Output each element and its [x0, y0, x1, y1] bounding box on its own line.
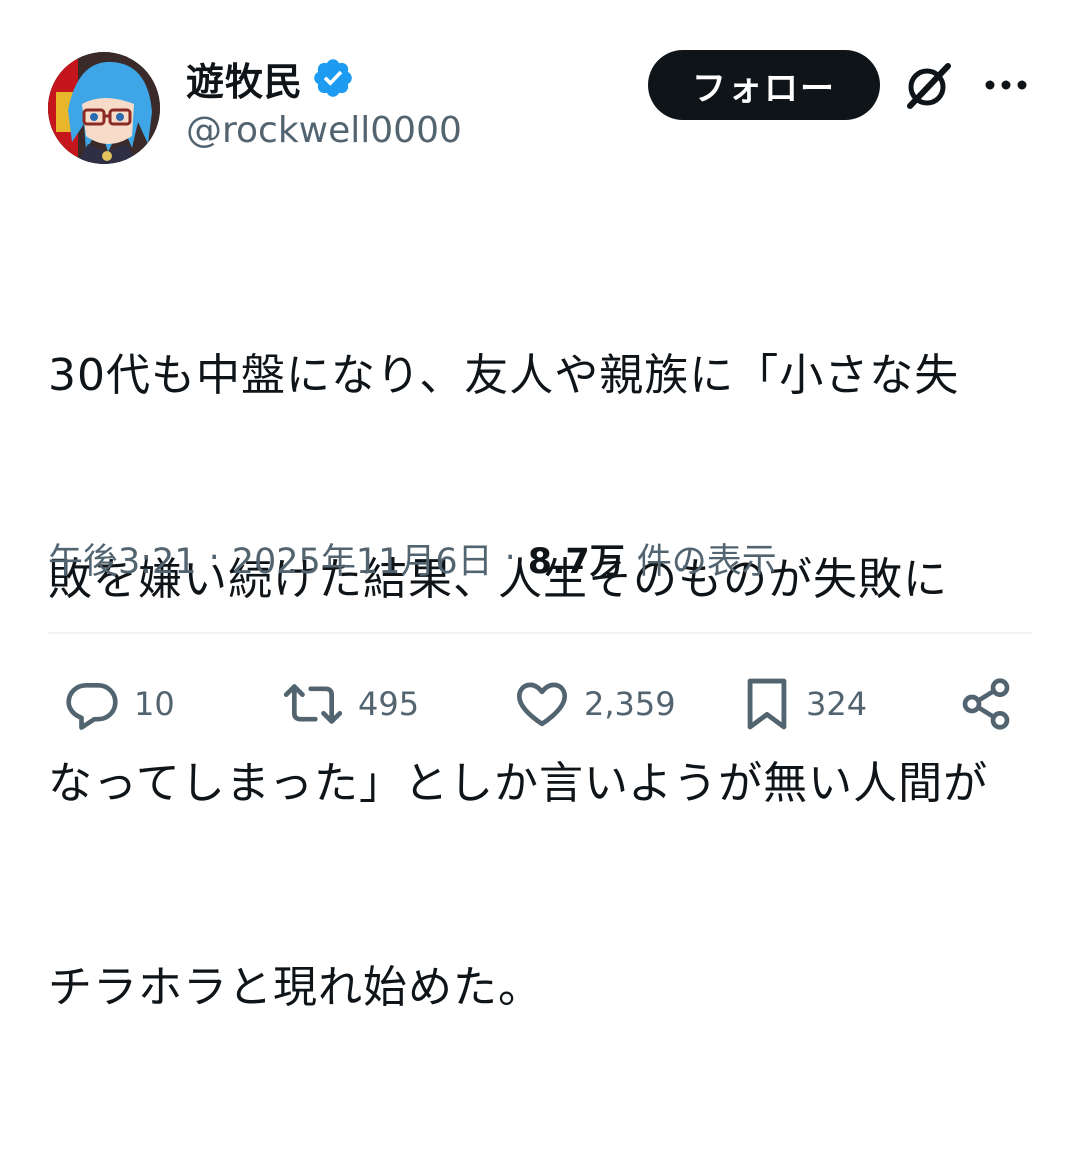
like-count: 2,359 [584, 685, 676, 723]
tweet-time[interactable]: 午後3:21 [48, 533, 197, 584]
avatar[interactable] [48, 52, 160, 164]
share-button[interactable] [958, 674, 1014, 734]
like-button[interactable]: 2,359 [514, 674, 676, 734]
meta-separator: · [504, 538, 516, 578]
avatar-image [48, 52, 160, 164]
display-name-row: 遊牧民 [186, 52, 355, 104]
meta-separator: · [208, 538, 220, 578]
retweet-count: 495 [358, 685, 420, 723]
tweet-text-line: 30代も中盤になり、友人や親族に「小さな失 [48, 350, 960, 401]
views-count[interactable]: 8.7万 [528, 533, 625, 584]
tweet-date[interactable]: 2025年11月6日 [232, 533, 493, 584]
grok-icon[interactable] [902, 58, 956, 112]
tweet-text-line: チラホラと現れ始めた。 [48, 962, 543, 1013]
views-label[interactable]: 件の表示 [637, 533, 777, 584]
share-icon [962, 678, 1010, 730]
bookmark-count: 324 [806, 685, 868, 723]
reply-icon [66, 683, 118, 730]
follow-button[interactable]: フォロー [648, 50, 880, 120]
verified-badge-icon[interactable] [311, 56, 355, 100]
display-name[interactable]: 遊牧民 [186, 51, 303, 106]
user-handle[interactable]: @rockwell0000 [186, 110, 462, 151]
bookmark-button[interactable]: 324 [742, 674, 867, 734]
tweet-meta: 午後3:21 · 2025年11月6日 · 8.7万 件の表示 [48, 532, 777, 584]
divider [48, 632, 1032, 634]
heart-icon [516, 682, 568, 727]
reply-button[interactable]: 10 [64, 674, 175, 734]
tweet-card: 遊牧民 @rockwell0000 フォロー 30代も中盤になり、友人や親族に「… [0, 0, 1079, 1013]
reply-count: 10 [134, 685, 175, 723]
retweet-icon [283, 684, 343, 724]
bookmark-icon [747, 678, 787, 730]
retweet-button[interactable]: 495 [282, 674, 419, 734]
tweet-text-line: なってしまった」としか言いようが無い人間が [48, 758, 989, 809]
more-options-icon[interactable] [982, 70, 1030, 100]
